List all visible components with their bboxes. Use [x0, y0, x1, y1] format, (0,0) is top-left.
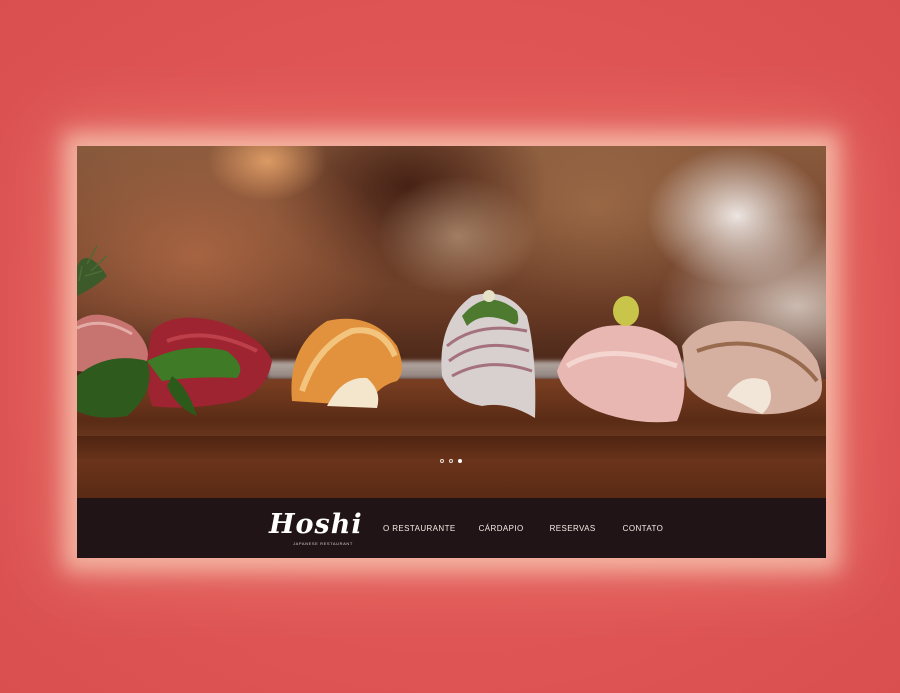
slider-dot-3-active[interactable]	[458, 459, 462, 463]
nav-item-contato[interactable]: CONTATO	[623, 524, 664, 533]
slider-dot-2[interactable]	[449, 459, 453, 463]
sushi-piece-4	[441, 290, 536, 418]
main-navigation-bar: Hoshi JAPANESE RESTAURANT O RESTAURANTE …	[77, 498, 826, 558]
sushi-photo	[77, 245, 822, 423]
nav-item-o-restaurante[interactable]: O RESTAURANTE	[383, 524, 456, 533]
hoshi-logo[interactable]: Hoshi JAPANESE RESTAURANT	[269, 510, 362, 550]
hero-slider	[77, 146, 826, 498]
nav-item-cardapio[interactable]: CÁRDAPIO	[479, 524, 524, 533]
sushi-piece-5	[557, 296, 685, 423]
herb-garnish	[77, 245, 108, 296]
slider-indicator	[440, 459, 462, 465]
slider-dot-1[interactable]	[440, 459, 444, 463]
nav-menu: O RESTAURANTE CÁRDAPIO RESERVAS CONTATO	[383, 498, 663, 558]
logo-wordmark: Hoshi	[269, 509, 363, 540]
website-mockup: Hoshi JAPANESE RESTAURANT O RESTAURANTE …	[77, 146, 826, 558]
nav-item-reservas[interactable]: RESERVAS	[550, 524, 596, 533]
sushi-piece-3	[291, 318, 402, 408]
sushi-piece-6	[682, 321, 822, 415]
logo-tagline: JAPANESE RESTAURANT	[293, 541, 353, 546]
